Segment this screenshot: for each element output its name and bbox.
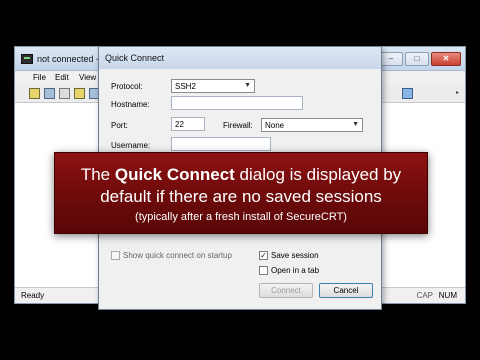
hostname-label: Hostname: bbox=[111, 100, 150, 109]
save-session-label: Save session bbox=[271, 251, 319, 260]
firewall-label: Firewall: bbox=[223, 121, 253, 130]
port-label: Port: bbox=[111, 121, 128, 130]
connect-icon[interactable] bbox=[29, 88, 40, 99]
menu-view[interactable]: View bbox=[79, 73, 96, 82]
terminal-app-icon bbox=[21, 54, 33, 64]
username-label: Username: bbox=[111, 141, 151, 150]
dialog-titlebar[interactable]: Quick Connect bbox=[99, 47, 381, 69]
menu-edit[interactable]: Edit bbox=[55, 73, 69, 82]
chevron-down-icon: ▼ bbox=[352, 121, 359, 128]
close-button[interactable]: ✕ bbox=[431, 52, 461, 66]
connect-button[interactable]: Connect bbox=[259, 283, 313, 298]
open-in-tab-label: Open in a tab bbox=[271, 266, 320, 275]
firewall-select[interactable]: None ▼ bbox=[261, 118, 363, 132]
open-in-tab-checkbox[interactable] bbox=[259, 266, 268, 275]
help-icon[interactable] bbox=[402, 88, 413, 99]
status-num: NUM bbox=[438, 291, 457, 300]
protocol-value: SSH2 bbox=[175, 82, 196, 91]
minimize-button[interactable]: – bbox=[379, 52, 403, 66]
show-on-startup-label: Show quick connect on startup bbox=[123, 251, 232, 260]
window-title: not connected - bbox=[37, 54, 100, 64]
maximize-button[interactable]: □ bbox=[405, 52, 429, 66]
connect-tab-icon[interactable] bbox=[59, 88, 70, 99]
caption-line-1-suffix: dialog is displayed by bbox=[234, 165, 402, 184]
chevron-down-icon: ▼ bbox=[244, 82, 251, 89]
caption-line-1-bold: Quick Connect bbox=[114, 165, 235, 184]
save-session-checkbox[interactable]: ✓ bbox=[259, 251, 268, 260]
show-on-startup-checkbox[interactable] bbox=[111, 251, 120, 260]
quick-connect-icon[interactable] bbox=[44, 88, 55, 99]
caption-line-1: The Quick Connect dialog is displayed by bbox=[55, 165, 427, 185]
caption-banner: The Quick Connect dialog is displayed by… bbox=[54, 152, 428, 234]
port-input[interactable]: 22 bbox=[171, 117, 205, 131]
caption-line-2: default if there are no saved sessions bbox=[100, 187, 382, 206]
toolbar-overflow-icon[interactable]: ▸ bbox=[456, 89, 462, 98]
cancel-button[interactable]: Cancel bbox=[319, 283, 373, 298]
firewall-value: None bbox=[265, 121, 285, 130]
caption-buttons: – □ ✕ bbox=[379, 52, 461, 66]
protocol-select[interactable]: SSH2 ▼ bbox=[171, 79, 255, 93]
dialog-title: Quick Connect bbox=[105, 53, 165, 63]
caption-line-3: (typically after a fresh install of Secu… bbox=[135, 211, 347, 223]
hostname-input[interactable] bbox=[171, 96, 303, 110]
status-cap: CAP bbox=[416, 291, 433, 300]
status-ready: Ready bbox=[21, 291, 45, 300]
username-input[interactable] bbox=[171, 137, 271, 151]
protocol-label: Protocol: bbox=[111, 82, 143, 91]
menu-file[interactable]: File bbox=[33, 73, 46, 82]
reconnect-icon[interactable] bbox=[74, 88, 85, 99]
caption-line-1-prefix: The bbox=[80, 165, 115, 184]
